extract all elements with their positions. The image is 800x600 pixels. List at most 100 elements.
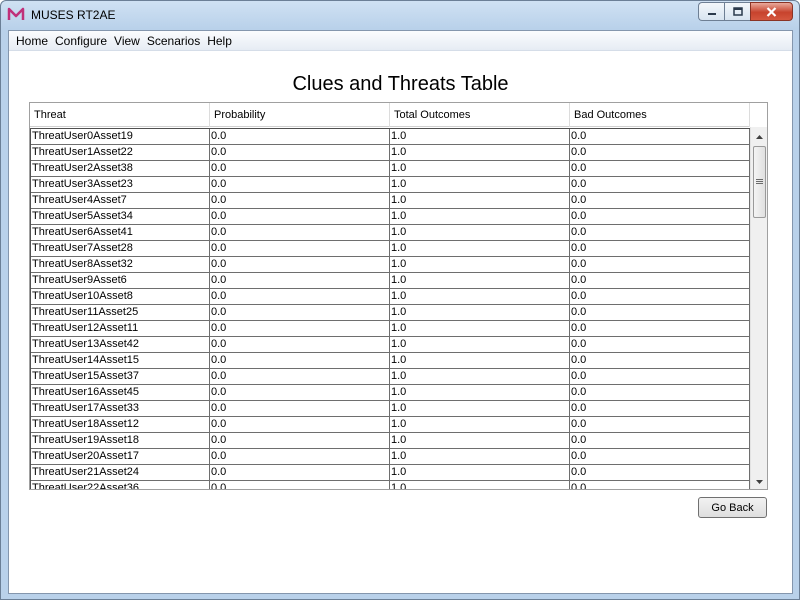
page-title: Clues and Threats Table: [292, 73, 509, 95]
cell-bad-outcomes: 0.0: [570, 273, 750, 288]
menu-home[interactable]: Home: [13, 31, 51, 51]
table-row[interactable]: ThreatUser18Asset12 0.0 1.0 0.0: [31, 417, 750, 433]
cell-total-outcomes: 1.0: [390, 177, 570, 192]
cell-threat: ThreatUser18Asset12: [31, 417, 210, 432]
table-row[interactable]: ThreatUser21Asset24 0.0 1.0 0.0: [31, 465, 750, 481]
go-back-button[interactable]: Go Back: [698, 497, 767, 518]
table-row[interactable]: ThreatUser0Asset19 0.0 1.0 0.0: [31, 129, 750, 145]
cell-bad-outcomes: 0.0: [570, 241, 750, 256]
scroll-down-button[interactable]: [751, 472, 768, 489]
cell-total-outcomes: 1.0: [390, 241, 570, 256]
scroll-up-button[interactable]: [751, 127, 768, 144]
table-row[interactable]: ThreatUser2Asset38 0.0 1.0 0.0: [31, 161, 750, 177]
cell-threat: ThreatUser11Asset25: [31, 305, 210, 320]
cell-threat: ThreatUser0Asset19: [31, 129, 210, 144]
table-row[interactable]: ThreatUser19Asset18 0.0 1.0 0.0: [31, 433, 750, 449]
cell-total-outcomes: 1.0: [390, 433, 570, 448]
cell-total-outcomes: 1.0: [390, 305, 570, 320]
table-row[interactable]: ThreatUser3Asset23 0.0 1.0 0.0: [31, 177, 750, 193]
cell-threat: ThreatUser3Asset23: [31, 177, 210, 192]
table-row[interactable]: ThreatUser4Asset7 0.0 1.0 0.0: [31, 193, 750, 209]
table-row[interactable]: ThreatUser20Asset17 0.0 1.0 0.0: [31, 449, 750, 465]
cell-threat: ThreatUser19Asset18: [31, 433, 210, 448]
table-row[interactable]: ThreatUser22Asset36 0.0 1.0 0.0: [31, 481, 750, 489]
table-row[interactable]: ThreatUser14Asset15 0.0 1.0 0.0: [31, 353, 750, 369]
cell-total-outcomes: 1.0: [390, 369, 570, 384]
cell-probability: 0.0: [210, 145, 390, 160]
table-row[interactable]: ThreatUser11Asset25 0.0 1.0 0.0: [31, 305, 750, 321]
table-row[interactable]: ThreatUser1Asset22 0.0 1.0 0.0: [31, 145, 750, 161]
cell-total-outcomes: 1.0: [390, 161, 570, 176]
table-row[interactable]: ThreatUser10Asset8 0.0 1.0 0.0: [31, 289, 750, 305]
cell-total-outcomes: 1.0: [390, 417, 570, 432]
menu-view[interactable]: View: [111, 31, 143, 51]
cell-bad-outcomes: 0.0: [570, 129, 750, 144]
menu-scenarios[interactable]: Scenarios: [144, 31, 203, 51]
vertical-scrollbar[interactable]: [750, 127, 767, 489]
cell-bad-outcomes: 0.0: [570, 465, 750, 480]
table-row[interactable]: ThreatUser15Asset37 0.0 1.0 0.0: [31, 369, 750, 385]
cell-threat: ThreatUser13Asset42: [31, 337, 210, 352]
cell-total-outcomes: 1.0: [390, 257, 570, 272]
cell-threat: ThreatUser12Asset11: [31, 321, 210, 336]
cell-bad-outcomes: 0.0: [570, 481, 750, 489]
cell-total-outcomes: 1.0: [390, 129, 570, 144]
scroll-up-arrow-icon: [756, 130, 763, 142]
table-row[interactable]: ThreatUser17Asset33 0.0 1.0 0.0: [31, 401, 750, 417]
cell-total-outcomes: 1.0: [390, 449, 570, 464]
cell-threat: ThreatUser8Asset32: [31, 257, 210, 272]
cell-threat: ThreatUser4Asset7: [31, 193, 210, 208]
cell-total-outcomes: 1.0: [390, 385, 570, 400]
window-title: MUSES RT2AE: [31, 8, 116, 22]
column-header-bad-outcomes[interactable]: Bad Outcomes: [570, 103, 750, 127]
cell-bad-outcomes: 0.0: [570, 449, 750, 464]
scroll-thumb[interactable]: [753, 146, 766, 218]
table-row[interactable]: ThreatUser7Asset28 0.0 1.0 0.0: [31, 241, 750, 257]
client-area: Home Configure View Scenarios Help Clues…: [8, 30, 793, 594]
table-row[interactable]: ThreatUser6Asset41 0.0 1.0 0.0: [31, 225, 750, 241]
cell-bad-outcomes: 0.0: [570, 321, 750, 336]
cell-bad-outcomes: 0.0: [570, 289, 750, 304]
cell-probability: 0.0: [210, 385, 390, 400]
column-header-total-outcomes[interactable]: Total Outcomes: [390, 103, 570, 127]
cell-total-outcomes: 1.0: [390, 337, 570, 352]
cell-probability: 0.0: [210, 273, 390, 288]
close-button[interactable]: [750, 2, 793, 21]
window-controls: [698, 2, 793, 22]
cell-probability: 0.0: [210, 449, 390, 464]
table-row[interactable]: ThreatUser13Asset42 0.0 1.0 0.0: [31, 337, 750, 353]
minimize-icon: [707, 8, 717, 16]
cell-threat: ThreatUser14Asset15: [31, 353, 210, 368]
title-bar[interactable]: MUSES RT2AE: [1, 1, 799, 29]
cell-total-outcomes: 1.0: [390, 145, 570, 160]
cell-threat: ThreatUser7Asset28: [31, 241, 210, 256]
menu-configure[interactable]: Configure: [52, 31, 110, 51]
cell-threat: ThreatUser5Asset34: [31, 209, 210, 224]
cell-bad-outcomes: 0.0: [570, 433, 750, 448]
table-row[interactable]: ThreatUser8Asset32 0.0 1.0 0.0: [31, 257, 750, 273]
cell-threat: ThreatUser22Asset36: [31, 481, 210, 489]
cell-probability: 0.0: [210, 241, 390, 256]
menu-help[interactable]: Help: [204, 31, 235, 51]
cell-total-outcomes: 1.0: [390, 321, 570, 336]
table-row[interactable]: ThreatUser9Asset6 0.0 1.0 0.0: [31, 273, 750, 289]
minimize-button[interactable]: [698, 2, 724, 21]
menu-bar: Home Configure View Scenarios Help: [9, 31, 792, 51]
table-row[interactable]: ThreatUser5Asset34 0.0 1.0 0.0: [31, 209, 750, 225]
cell-bad-outcomes: 0.0: [570, 257, 750, 272]
cell-threat: ThreatUser2Asset38: [31, 161, 210, 176]
column-header-probability[interactable]: Probability: [210, 103, 390, 127]
close-icon: [766, 6, 777, 17]
column-header-threat[interactable]: Threat: [30, 103, 210, 127]
table-row[interactable]: ThreatUser12Asset11 0.0 1.0 0.0: [31, 321, 750, 337]
cell-total-outcomes: 1.0: [390, 225, 570, 240]
table-row[interactable]: ThreatUser16Asset45 0.0 1.0 0.0: [31, 385, 750, 401]
cell-probability: 0.0: [210, 289, 390, 304]
cell-probability: 0.0: [210, 433, 390, 448]
cell-probability: 0.0: [210, 321, 390, 336]
cell-probability: 0.0: [210, 369, 390, 384]
cell-probability: 0.0: [210, 209, 390, 224]
cell-probability: 0.0: [210, 161, 390, 176]
maximize-button[interactable]: [724, 2, 750, 21]
maximize-icon: [732, 7, 743, 16]
